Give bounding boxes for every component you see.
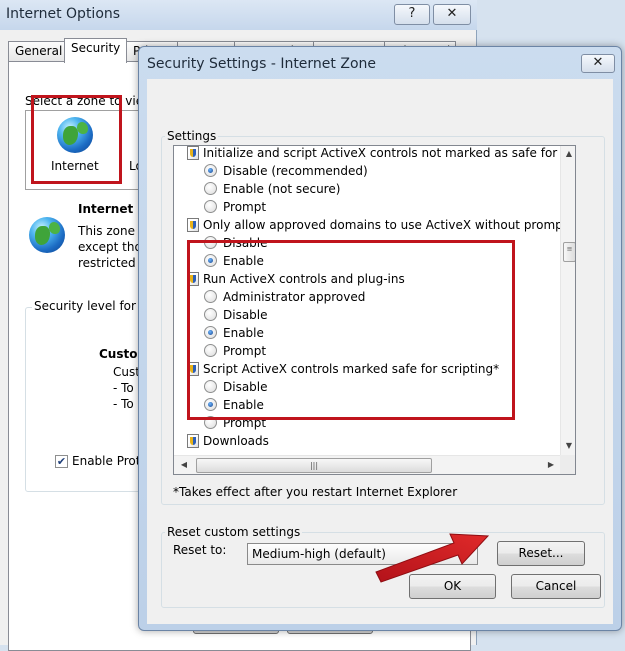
setting-label: Disable [223, 236, 268, 250]
zone-internet-label[interactable]: Internet [51, 159, 99, 173]
setting-label: Prompt [223, 416, 267, 430]
setting-label: Disable (recommended) [223, 164, 368, 178]
activex-setting-icon [187, 146, 199, 160]
setting-label: Only allow approved domains to use Activ… [203, 218, 560, 232]
setting-label: Prompt [223, 344, 267, 358]
horizontal-scrollbar[interactable]: ◀ ||| ▶ [174, 455, 560, 474]
horizontal-scroll-thumb[interactable]: ||| [196, 458, 432, 473]
security-settings-dialog: Security Settings - Internet Zone ✕ Sett… [138, 46, 622, 631]
dialog-close-button[interactable]: ✕ [581, 54, 615, 73]
activex-setting-icon [187, 218, 199, 232]
zone-desc-line: restricted z [78, 256, 146, 270]
security-level-label: Security level for t [32, 299, 147, 313]
internet-options-title: Internet Options [6, 6, 121, 22]
dialog-title: Security Settings - Internet Zone [147, 56, 376, 72]
radio-selected-icon[interactable] [204, 254, 217, 267]
select-zone-text: Select a zone to vie [25, 94, 144, 108]
internet-options-titlebar: Internet Options ? ✕ [0, 0, 477, 30]
setting-label: Initialize and script ActiveX controls n… [203, 146, 560, 160]
zone-heading: Internet [78, 202, 134, 216]
radio-unselected-icon[interactable] [204, 182, 217, 195]
reset-to-value: Medium-high (default) [252, 547, 386, 561]
activex-setting-icon [187, 434, 199, 448]
restart-note: *Takes effect after you restart Internet… [173, 485, 458, 499]
setting-label: Enable [223, 326, 264, 340]
radio-selected-icon[interactable] [204, 164, 217, 177]
settings-group-label: Settings [165, 129, 219, 143]
setting-label: Enable [223, 254, 264, 268]
scroll-corner [560, 455, 575, 474]
vertical-scrollbar[interactable]: ▲ ≡ ▼ [560, 146, 575, 455]
reset-group-label: Reset custom settings [165, 525, 303, 539]
dropdown-arrow-icon: ▼ [464, 549, 471, 559]
globe-icon [57, 117, 93, 153]
radio-unselected-icon[interactable] [204, 380, 217, 393]
enable-protected-mode-checkbox[interactable]: ✔ [55, 455, 68, 468]
scroll-right-arrow-icon[interactable]: ▶ [543, 457, 559, 473]
reset-to-dropdown[interactable]: Medium-high (default) ▼ [247, 543, 478, 565]
setting-label: Script ActiveX controls marked safe for … [203, 362, 500, 376]
radio-unselected-icon[interactable] [204, 416, 217, 429]
radio-unselected-icon[interactable] [204, 236, 217, 249]
custom-line: - To [113, 397, 134, 411]
scroll-down-arrow-icon[interactable]: ▼ [561, 438, 575, 454]
setting-label: Enable (not secure) [223, 182, 341, 196]
tab-security[interactable]: Security [64, 38, 127, 63]
zone-desc-line: except tho [78, 240, 142, 254]
radio-unselected-icon[interactable] [204, 290, 217, 303]
help-button[interactable]: ? [394, 4, 430, 25]
scroll-up-arrow-icon[interactable]: ▲ [561, 146, 575, 162]
radio-unselected-icon[interactable] [204, 344, 217, 357]
setting-label: Downloads [203, 434, 269, 448]
setting-label: Disable [223, 380, 268, 394]
vertical-scroll-thumb[interactable]: ≡ [563, 242, 575, 262]
reset-button[interactable]: Reset... [497, 541, 585, 566]
dialog-body: Settings Initialize and script ActiveX c… [147, 79, 613, 624]
enable-protected-mode-label: Enable Prot [72, 454, 141, 468]
radio-unselected-icon[interactable] [204, 200, 217, 213]
scroll-left-arrow-icon[interactable]: ◀ [176, 457, 192, 473]
activex-setting-icon [187, 272, 199, 286]
radio-selected-icon[interactable] [204, 326, 217, 339]
globe-icon [29, 217, 65, 253]
custom-heading: Custo [99, 347, 138, 361]
reset-to-label: Reset to: [173, 543, 227, 557]
radio-selected-icon[interactable] [204, 398, 217, 411]
activex-setting-icon [187, 362, 199, 376]
zone-desc-line: This zone [78, 224, 135, 238]
settings-list: Initialize and script ActiveX controls n… [173, 145, 576, 475]
tab-general[interactable]: General [8, 41, 65, 62]
settings-list-content: Initialize and script ActiveX controls n… [174, 146, 560, 455]
setting-label: Enable [223, 398, 264, 412]
setting-label: Administrator approved [223, 290, 366, 304]
custom-line: Cust [113, 365, 140, 379]
internet-options-close-button[interactable]: ✕ [433, 4, 471, 25]
setting-label: Run ActiveX controls and plug-ins [203, 272, 405, 286]
radio-unselected-icon[interactable] [204, 308, 217, 321]
setting-label: Disable [223, 308, 268, 322]
custom-line: - To [113, 381, 134, 395]
ok-button[interactable]: OK [409, 574, 496, 599]
setting-label: Prompt [223, 200, 267, 214]
cancel-button[interactable]: Cancel [511, 574, 601, 599]
